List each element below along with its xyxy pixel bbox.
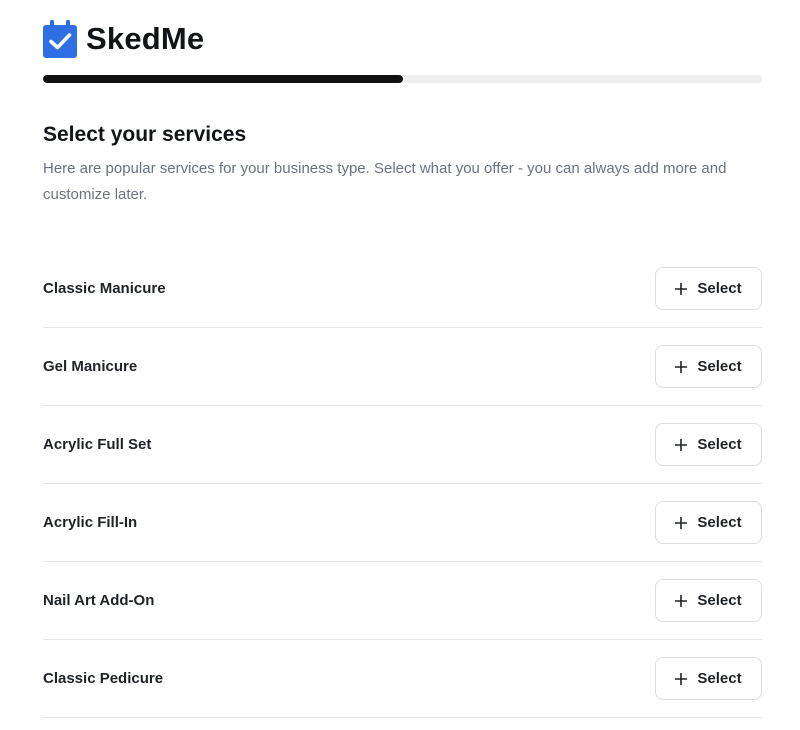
service-list: Classic Manicure Select Gel Manicure Sel… bbox=[43, 250, 762, 718]
calendar-check-icon bbox=[43, 20, 77, 58]
select-button-label: Select bbox=[697, 436, 742, 453]
plus-icon bbox=[675, 516, 688, 529]
service-name: Acrylic Fill-In bbox=[43, 514, 138, 531]
select-button-label: Select bbox=[697, 514, 742, 531]
select-service-button[interactable]: Select bbox=[655, 423, 762, 466]
service-name: Gel Manicure bbox=[43, 358, 138, 375]
brand-name: SkedMe bbox=[86, 21, 205, 56]
service-row: Nail Art Add-On Select bbox=[43, 562, 762, 640]
plus-icon bbox=[675, 594, 688, 607]
service-name: Classic Pedicure bbox=[43, 670, 164, 687]
onboarding-progress-bar bbox=[43, 75, 762, 83]
service-row: Acrylic Full Set Select bbox=[43, 406, 762, 484]
service-name: Acrylic Full Set bbox=[43, 436, 152, 453]
brand-header: SkedMe bbox=[43, 19, 204, 59]
select-button-label: Select bbox=[697, 592, 742, 609]
service-row: Gel Manicure Select bbox=[43, 328, 762, 406]
select-service-button[interactable]: Select bbox=[655, 579, 762, 622]
select-button-label: Select bbox=[697, 670, 742, 687]
progress-bar-fill bbox=[43, 75, 403, 83]
select-button-label: Select bbox=[697, 358, 742, 375]
service-row: Classic Manicure Select bbox=[43, 250, 762, 328]
service-name: Nail Art Add-On bbox=[43, 592, 155, 609]
plus-icon bbox=[675, 672, 688, 685]
select-button-label: Select bbox=[697, 280, 742, 297]
plus-icon bbox=[675, 438, 688, 451]
page-title: Select your services bbox=[43, 123, 247, 146]
service-row: Classic Pedicure Select bbox=[43, 640, 762, 718]
plus-icon bbox=[675, 282, 688, 295]
select-service-button[interactable]: Select bbox=[655, 657, 762, 700]
select-service-button[interactable]: Select bbox=[655, 501, 762, 544]
service-row: Acrylic Fill-In Select bbox=[43, 484, 762, 562]
select-service-button[interactable]: Select bbox=[655, 267, 762, 310]
page-subtitle: Here are popular services for your busin… bbox=[43, 160, 727, 203]
plus-icon bbox=[675, 360, 688, 373]
service-name: Classic Manicure bbox=[43, 280, 166, 297]
select-service-button[interactable]: Select bbox=[655, 345, 762, 388]
